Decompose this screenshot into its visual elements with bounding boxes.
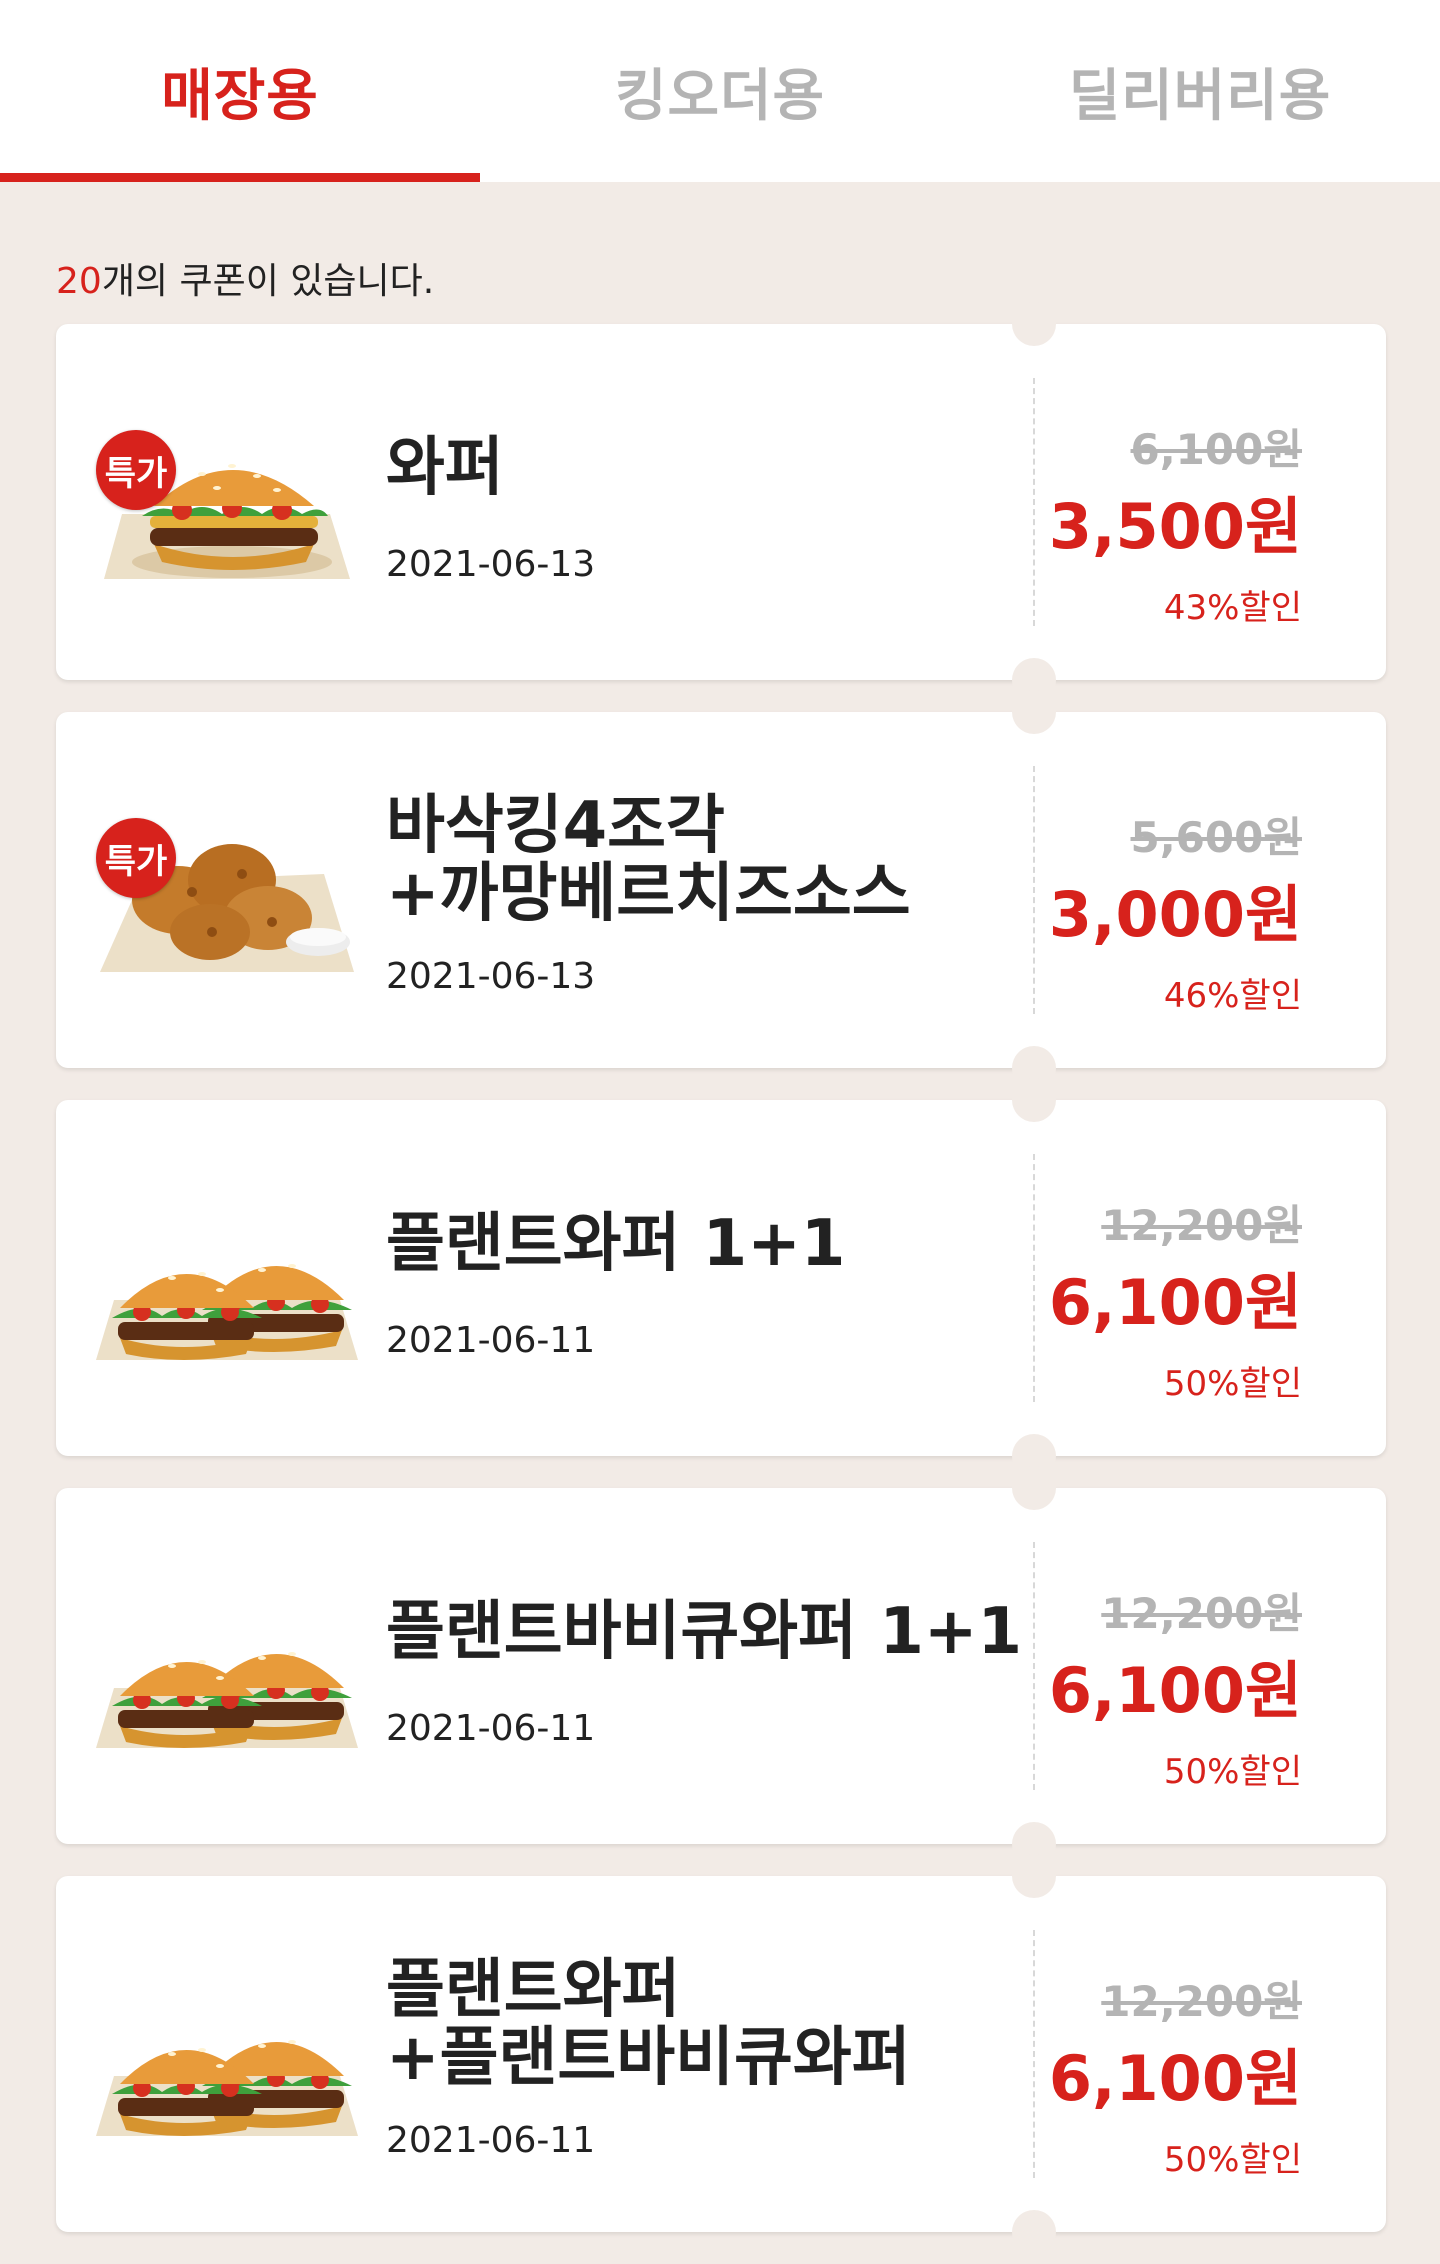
discount-rate: 46%할인 [1163, 976, 1302, 1016]
original-price: 6,100원 [1130, 425, 1303, 474]
original-price: 12,200원 [1101, 1201, 1302, 1250]
coupon-list: 특가 와퍼 2021-06-13 6,100원 3,500원 43%할인 특가 바삭킹4조각 … [56, 302, 1386, 2264]
tab-store[interactable]: 매장용 [0, 0, 480, 182]
coupon-tabs: 매장용 킹오더용 딜리버리용 [0, 0, 1440, 182]
sale-price: 6,100원 [1048, 1266, 1302, 1339]
tab-king-order[interactable]: 킹오더용 [480, 0, 960, 182]
sale-price: 3,500원 [1048, 490, 1302, 563]
double-burger-image [92, 1946, 362, 2146]
ticket-notch [1012, 1854, 1056, 1898]
coupon-name: 플랜트와퍼 1+1 [386, 1207, 846, 1281]
coupon-count-number: 20 [56, 261, 102, 302]
double-burger-image [92, 1170, 362, 1370]
discount-rate: 50%할인 [1163, 2140, 1302, 2180]
ticket-divider [1033, 1542, 1035, 1790]
ticket-divider [1033, 1154, 1035, 1402]
coupon-name: 바삭킹4조각 +까망베르치즈소스 [386, 789, 911, 931]
coupon-date: 2021-06-13 [386, 544, 596, 585]
ticket-notch [1012, 1078, 1056, 1122]
coupon-date: 2021-06-11 [386, 1708, 596, 1749]
coupon-date: 2021-06-11 [386, 1320, 596, 1361]
coupon-count: 20개의 쿠폰이 있습니다. [56, 252, 434, 304]
tab-delivery[interactable]: 딜리버리용 [960, 0, 1440, 182]
ticket-divider [1033, 378, 1035, 626]
ticket-notch [1012, 2210, 1056, 2254]
special-price-badge: 특가 [96, 430, 176, 510]
ticket-divider [1033, 1930, 1035, 2178]
original-price: 12,200원 [1101, 1589, 1302, 1638]
coupon-card[interactable]: 특가 와퍼 2021-06-13 6,100원 3,500원 43%할인 [56, 302, 1386, 702]
ticket-notch [1012, 690, 1056, 734]
original-price: 12,200원 [1101, 1977, 1302, 2026]
coupon-date: 2021-06-13 [386, 956, 596, 997]
original-price: 5,600원 [1130, 813, 1303, 862]
coupon-name: 플랜트와퍼 +플랜트바비큐와퍼 [386, 1953, 911, 2095]
discount-rate: 50%할인 [1163, 1364, 1302, 1404]
special-price-badge: 특가 [96, 818, 176, 898]
coupon-count-text: 개의 쿠폰이 있습니다. [101, 261, 435, 302]
sale-price: 6,100원 [1048, 2042, 1302, 2115]
coupon-date: 2021-06-11 [386, 2120, 596, 2161]
sale-price: 6,100원 [1048, 1654, 1302, 1727]
ticket-notch [1012, 302, 1056, 346]
coupon-card[interactable]: 특가 바삭킹4조각 +까망베르치즈소스 2021-06-13 5,600원 3,000원… [56, 690, 1386, 1090]
coupon-card[interactable]: 플랜트와퍼 1+1 2021-06-11 12,200원 6,100원 50%할인 [56, 1078, 1386, 1478]
coupon-card[interactable]: 플랜트바비큐와퍼 1+1 2021-06-11 12,200원 6,100원 50%할인 [56, 1466, 1386, 1866]
discount-rate: 43%할인 [1163, 588, 1302, 628]
coupon-name: 와퍼 [386, 431, 504, 505]
discount-rate: 50%할인 [1163, 1752, 1302, 1792]
ticket-divider [1033, 766, 1035, 1014]
coupon-name: 플랜트바비큐와퍼 1+1 [386, 1595, 1023, 1669]
ticket-notch [1012, 1466, 1056, 1510]
sale-price: 3,000원 [1048, 878, 1302, 951]
coupon-card[interactable]: 플랜트와퍼 +플랜트바비큐와퍼 2021-06-11 12,200원 6,100원 50… [56, 1854, 1386, 2254]
double-burger-image [92, 1558, 362, 1758]
